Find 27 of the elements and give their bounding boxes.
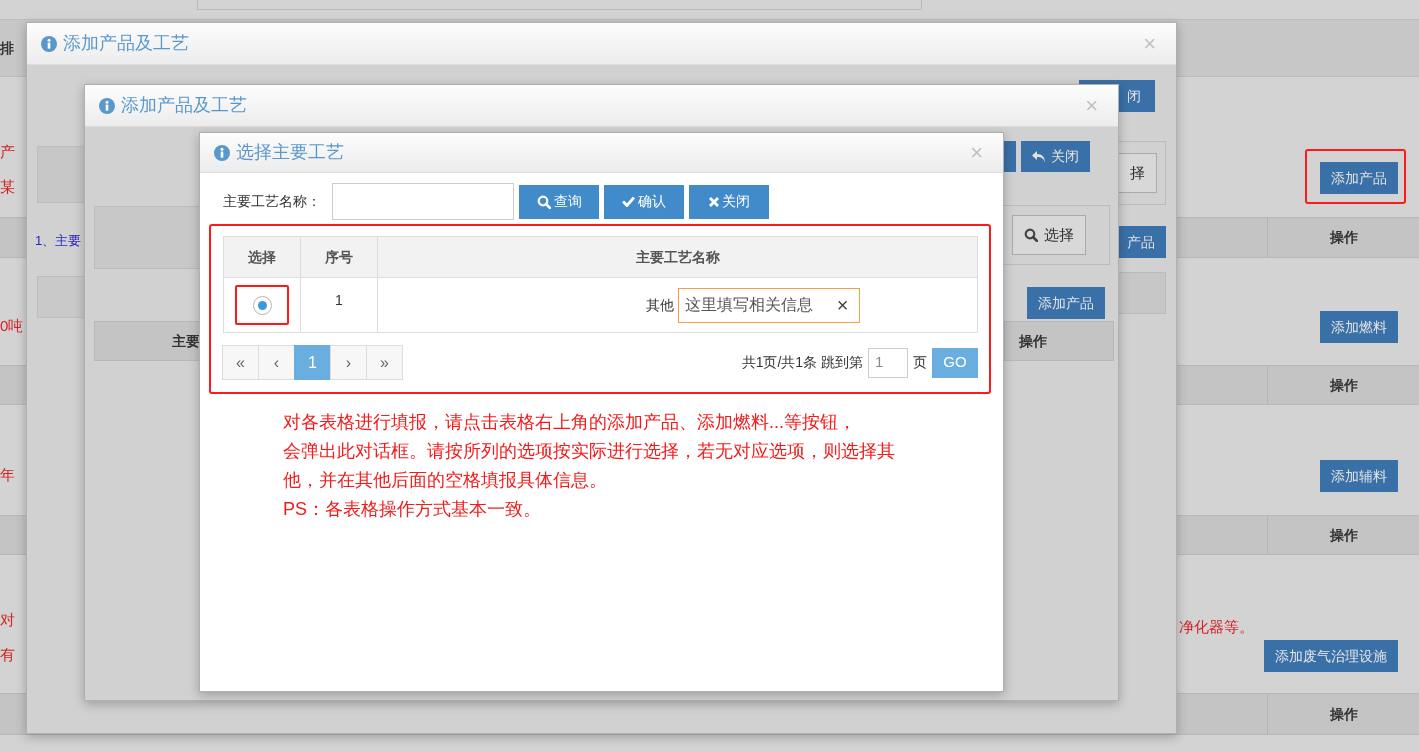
header-text: 排: [0, 38, 14, 58]
note-text: 0吨: [0, 315, 24, 336]
page-unit: 页: [913, 353, 927, 372]
column-header: 选择: [223, 236, 301, 278]
note-text: 产: [0, 142, 15, 162]
note-text: 净化器等。: [1179, 616, 1254, 637]
dialog-title: 添加产品及工艺: [121, 94, 247, 117]
note-text: 对: [0, 610, 15, 630]
column-header: 主要: [172, 331, 200, 351]
column-header: 操作: [1329, 375, 1358, 395]
dialog-title: 选择主要工艺: [236, 141, 344, 164]
column-header: 操作: [1019, 331, 1047, 351]
note-text: 1、主要: [35, 232, 82, 250]
column-header: 操作: [1329, 525, 1358, 545]
column-header: 序号: [300, 236, 378, 278]
column-header: 操作: [1329, 228, 1358, 247]
column-header: 主要工艺名称: [377, 236, 978, 278]
column-header: 操作: [1329, 704, 1358, 724]
table-cell: 1: [300, 277, 378, 333]
instruction-note: 对各表格进行填报，请点击表格右上角的添加产品、添加燃料...等按钮， 会弹出此对话框。请按所列的选项按实际进行选择，若无对应选项，则选择其 他，并在其他后面的空格填报具体信息。 PS：各表格操作方式基本一致。: [283, 411, 896, 521]
dialog-title: 添加产品及工艺: [63, 32, 189, 55]
note-text: 年: [0, 464, 15, 485]
field-label: 主要工艺名称：: [223, 192, 321, 211]
note-text: 某: [0, 176, 15, 197]
page-summary: 共1页/共1条 跳到第: [741, 353, 863, 372]
field-label: 其他: [645, 295, 674, 315]
note-text: 有: [0, 644, 15, 665]
